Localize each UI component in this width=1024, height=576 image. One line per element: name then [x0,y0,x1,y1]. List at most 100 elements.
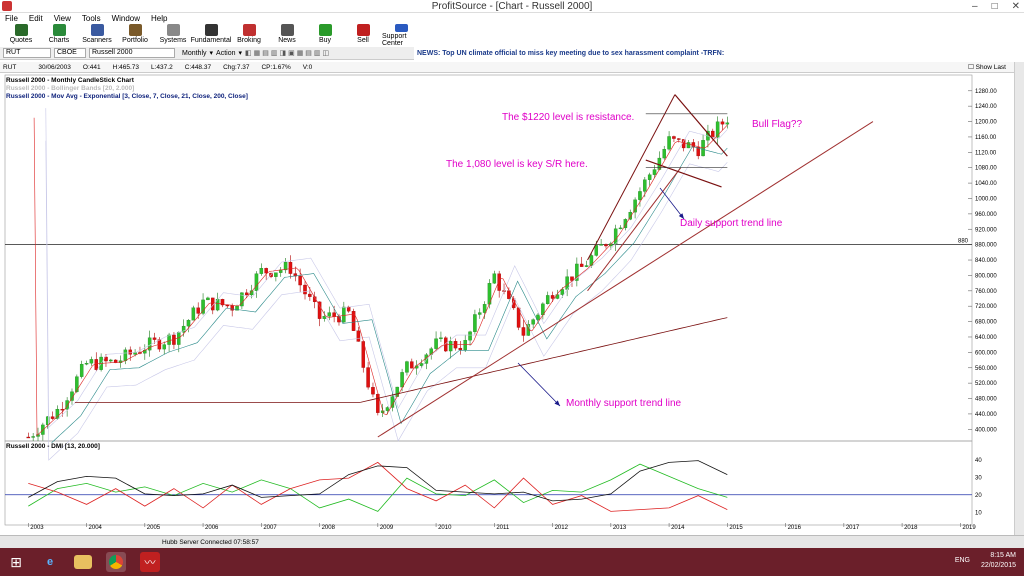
quotes-icon [14,24,28,36]
chrome-icon[interactable] [106,552,126,572]
annotation-daily-trend: Daily support trend line [680,218,783,229]
x-tick-label: 2006 [205,525,219,531]
y-tick-label: 960.000 [975,212,997,218]
candle-body [337,316,341,323]
annotation-key-sr: The 1,080 level is key S/R here. [446,159,588,170]
side-panel-tab[interactable] [1014,62,1024,535]
buy-button[interactable]: Buy [306,24,344,47]
buy-icon [318,24,332,36]
candle-body [478,312,482,315]
charts-icon [52,24,66,36]
candle-body [84,363,89,365]
toolbar-label: Portfolio [122,37,148,44]
menu-help[interactable]: Help [151,13,167,24]
show-last-checkbox[interactable]: ☐ Show Last [968,62,1006,73]
chart-tools-icons[interactable]: ◧▦▤▥◨▣▦▤▥◫ [245,49,331,57]
scanners-button[interactable]: Scanners [78,24,116,47]
chevron-down-icon[interactable]: ▾ [210,49,214,57]
fundamental-button[interactable]: Fundamental [191,24,231,47]
clock-date: 22/02/2015 [980,562,1016,569]
annotation-resistance: The $1220 level is resistance. [502,112,635,123]
y-tick-label: 520.000 [975,381,997,387]
news-button[interactable]: News [268,24,306,47]
language-indicator[interactable]: ENG [955,557,970,564]
broking-button[interactable]: Broking [230,24,268,47]
candle-body [191,307,196,321]
chart-svg[interactable]: 1280.00 1240.00 1200.00 1160.00 1120.00 1080.… [0,73,1014,535]
chevron-down-icon[interactable]: ▾ [239,49,243,57]
y-tick-label: 920.000 [975,227,997,233]
y-tick-label: 800.000 [975,273,997,279]
maximize-icon[interactable]: □ [992,0,998,13]
candle-body [395,386,399,397]
close-icon[interactable]: ✕ [1012,0,1020,13]
legend-main: Russell 2000 - Monthly CandleStick Chart [6,77,134,84]
support-center-button[interactable]: Support Center [382,24,420,47]
bollinger-upper-line [45,108,728,429]
x-tick-label: 2004 [89,525,103,531]
candle-body [230,305,234,311]
dmi-tick-label: 20 [975,493,982,499]
profitsource-icon[interactable]: 〰 [140,552,160,572]
candle-body [385,407,390,411]
candle-body [497,273,501,291]
candle-body [652,169,657,175]
exchange-select[interactable]: CBOE [54,48,86,58]
candle-body [162,344,166,350]
quotes-button[interactable]: Quotes [2,24,40,47]
candle-body [123,349,128,361]
y-tick-label: 1200.00 [975,120,997,126]
candle-body [75,376,79,392]
chart-area[interactable]: 1280.00 1240.00 1200.00 1160.00 1120.00 1080.… [0,73,1014,535]
candle-body [448,341,453,352]
internet-explorer-icon[interactable]: e [40,552,60,572]
title-bar: ProfitSource - [Chart - Russell 2000] – … [0,0,1024,13]
minimize-icon[interactable]: – [972,0,978,13]
x-tick-label: 2005 [147,525,161,531]
candle-body [308,293,312,297]
menu-tools[interactable]: Tools [82,13,101,24]
portfolio-button[interactable]: Portfolio [116,24,154,47]
monthly-trend-arrow [517,362,561,407]
ema-7-line [33,117,728,437]
candle-body [531,319,535,325]
daily-support-trend-line [587,167,682,292]
candle-body [672,136,676,139]
windows-logo-icon[interactable]: ⊞ [6,552,26,572]
y-tick-label: 1080.00 [975,166,997,172]
security-name: Russell 2000 [89,48,175,58]
candle-body [594,245,599,256]
file-explorer-icon[interactable] [74,555,92,569]
menu-view[interactable]: View [54,13,71,24]
candle-body [550,295,555,299]
symbol-input[interactable]: RUT [3,48,51,58]
support-icon [394,24,408,32]
dmi-legend: Russell 2000 - DMI [13, 20.000] [6,443,100,450]
action-menu[interactable]: Action [216,50,235,57]
x-tick-label: 2019 [962,525,976,531]
menu-window[interactable]: Window [112,13,140,24]
menu-edit[interactable]: Edit [29,13,43,24]
quote-low: L:437.2 [151,64,173,71]
news-ticker[interactable]: NEWS: Top UN climate official to miss ke… [414,47,1024,60]
candle-body [463,340,467,351]
menu-file[interactable]: File [5,13,18,24]
candle-body [434,338,438,349]
candle-body [662,149,666,159]
y-tick-label: 1160.00 [975,135,997,141]
sell-button[interactable]: Sell [344,24,382,47]
x-tick-label: 2011 [496,525,510,531]
candle-body [390,396,395,408]
systems-button[interactable]: Systems [154,24,192,47]
sell-icon [356,24,370,36]
daily-trend-arrow [659,187,685,220]
candle-body [206,297,210,301]
charts-button[interactable]: Charts [40,24,78,47]
quote-high: H:465.73 [112,64,140,71]
system-clock[interactable]: 8:15 AM 22/02/2015 [981,551,1016,571]
candle-body [579,263,584,267]
y-tick-label: 600.000 [975,350,997,356]
quote-strip: RUT 30/06/2003 O:441 H:465.73 L:437.2 C:… [0,62,1014,73]
chart-legend: Russell 2000 - Monthly CandleStick Chart… [6,77,248,101]
period-select[interactable]: Monthly [182,50,207,57]
